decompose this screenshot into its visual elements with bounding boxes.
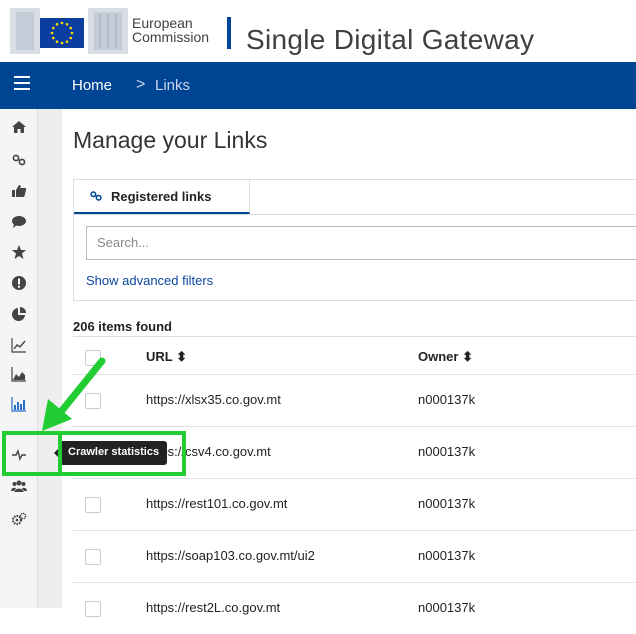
ec-logo	[10, 8, 128, 54]
items-count: 206 items found	[73, 319, 172, 334]
sidebar-item-favorites[interactable]	[0, 237, 38, 267]
sidebar-item-area[interactable]	[0, 359, 38, 389]
ec-line2: Commission	[132, 29, 210, 45]
sidebar	[0, 109, 38, 608]
ec-line1: European	[132, 15, 193, 31]
thumbs-up-icon	[12, 185, 27, 197]
breadcrumb-separator: >	[136, 76, 146, 93]
advanced-filters-link[interactable]: Show advanced filters	[86, 273, 213, 288]
row-url[interactable]: https://rest101.co.gov.mt	[146, 496, 287, 511]
links-panel: Registered links Search... Show advanced…	[73, 179, 636, 301]
row-checkbox[interactable]	[85, 497, 101, 513]
link-icon	[12, 154, 26, 166]
table-header: URL ⬍ Owner ⬍	[73, 336, 636, 374]
link-icon	[90, 191, 102, 201]
tab-registered-links[interactable]: Registered links	[74, 180, 250, 214]
ec-name: European Commission	[132, 16, 209, 44]
area-chart-icon	[11, 367, 26, 382]
sidebar-item-settings[interactable]	[0, 504, 38, 534]
header-divider	[227, 17, 231, 49]
tab-label: Registered links	[111, 188, 212, 204]
alert-icon	[12, 276, 26, 290]
sidebar-item-alerts[interactable]	[0, 268, 38, 298]
row-owner: n000137k	[418, 392, 476, 407]
sidebar-item-home[interactable]	[0, 112, 38, 142]
table-row[interactable]: https://rest101.co.gov.mt n000137k	[73, 478, 636, 530]
line-chart-icon	[11, 338, 26, 353]
sort-icon: ⬍	[462, 349, 473, 364]
arrow-annotation-icon	[42, 357, 106, 431]
row-owner: n000137k	[418, 496, 476, 511]
top-navbar: Home > Links	[0, 62, 636, 109]
sidebar-item-comments[interactable]	[0, 207, 38, 237]
sidebar-item-links[interactable]	[0, 145, 38, 175]
pie-chart-icon	[12, 307, 26, 321]
table-row[interactable]: https://xlsx35.co.gov.mt n000137k	[73, 374, 636, 426]
highlight-box-icon	[2, 431, 62, 476]
users-icon	[11, 480, 27, 492]
column-owner[interactable]: Owner ⬍	[418, 349, 473, 365]
hamburger-menu-icon[interactable]	[14, 76, 30, 90]
bar-chart-icon	[11, 397, 26, 412]
home-icon	[12, 121, 26, 133]
table-row[interactable]: https://rest2L.co.gov.mt n000137k	[73, 582, 636, 634]
search-input[interactable]: Search...	[86, 226, 636, 260]
row-url[interactable]: https://xlsx35.co.gov.mt	[146, 392, 281, 407]
comment-icon	[12, 216, 26, 228]
tab-divider	[74, 214, 636, 215]
cogs-icon	[11, 512, 27, 526]
page-title: Manage your Links	[73, 127, 268, 153]
sidebar-item-likes[interactable]	[0, 176, 38, 206]
column-url[interactable]: URL ⬍	[146, 349, 187, 365]
breadcrumb-current: Links	[155, 77, 191, 94]
site-header: European Commission Single Digital Gatew…	[0, 0, 636, 62]
row-owner: n000137k	[418, 548, 476, 563]
row-checkbox[interactable]	[85, 549, 101, 565]
column-owner-label: Owner	[418, 349, 459, 364]
sort-icon: ⬍	[176, 349, 188, 364]
breadcrumb-home[interactable]: Home	[72, 77, 112, 94]
row-url[interactable]: https://soap103.co.gov.mt/ui2	[146, 548, 315, 563]
sidebar-item-reports[interactable]	[0, 299, 38, 329]
highlight-box-tooltip	[55, 431, 186, 476]
star-icon	[12, 245, 26, 259]
column-url-label: URL	[146, 349, 173, 364]
row-owner: n000137k	[418, 444, 476, 459]
app-title: Single Digital Gateway	[246, 24, 535, 55]
sidebar-item-stats[interactable]	[0, 389, 38, 419]
table-row[interactable]: https://soap103.co.gov.mt/ui2 n000137k	[73, 530, 636, 582]
sidebar-item-trends[interactable]	[0, 330, 38, 360]
row-checkbox[interactable]	[85, 601, 101, 617]
